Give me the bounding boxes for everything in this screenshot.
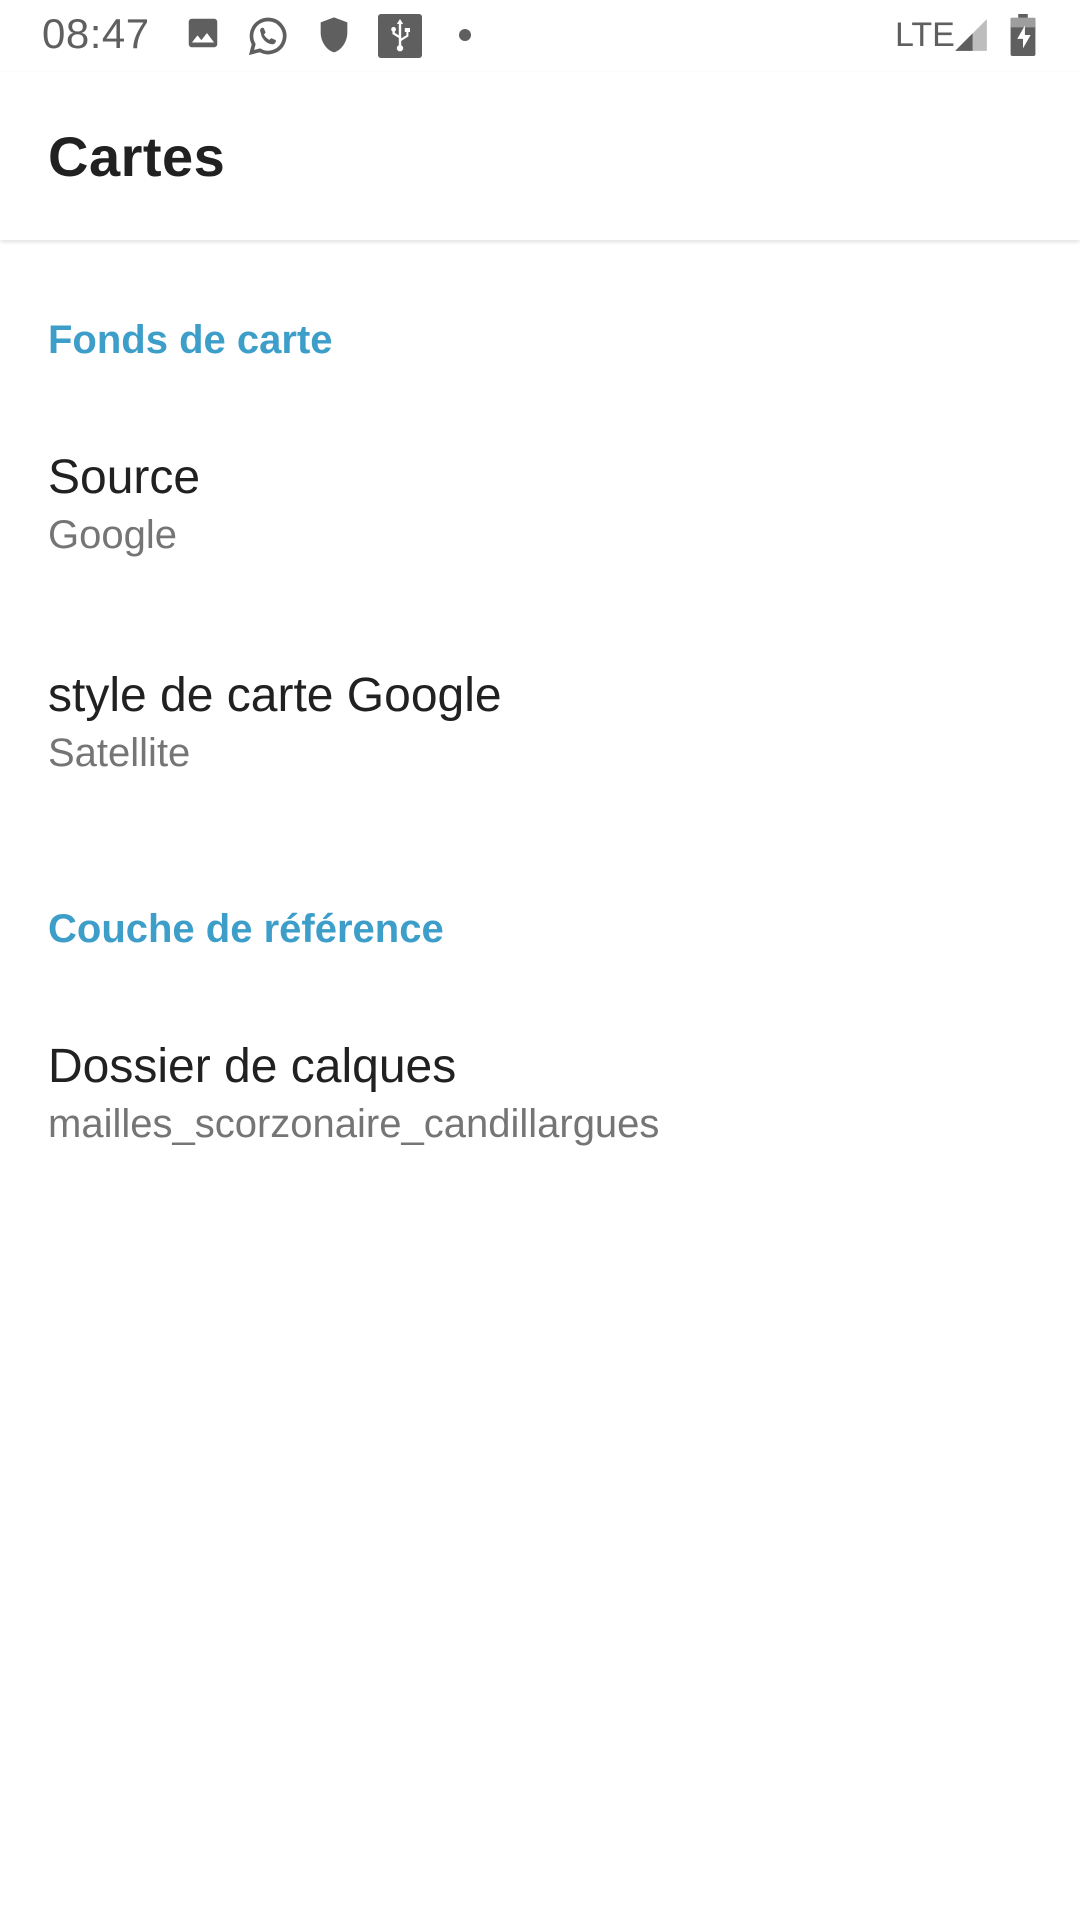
pref-item-source[interactable]: Source Google [0,418,1080,600]
category-header-couche-de-reference: Couche de référence [48,907,444,951]
pref-title: Source [48,451,201,504]
usb-icon [376,12,424,60]
pref-summary: Satellite [48,731,191,775]
pref-title: Dossier de calques [48,1040,457,1093]
image-icon [184,14,222,52]
whatsapp-icon [246,14,290,58]
category-header-fonds-de-carte: Fonds de carte [48,318,333,362]
app-bar: Cartes [0,72,1080,240]
status-time: 08:47 [42,10,150,57]
network-type: LTE [895,16,955,54]
pref-item-layers-folder[interactable]: Dossier de calques mailles_scorzonaire_c… [0,1007,1080,1189]
battery-charging-icon [1010,14,1036,56]
shield-icon [314,14,354,54]
dot-icon [458,28,472,42]
signal-icon [952,16,990,54]
pref-item-google-map-style[interactable]: style de carte Google Satellite [0,636,1080,818]
pref-summary: mailles_scorzonaire_candillargues [48,1102,660,1146]
page-title: Cartes [48,125,226,188]
pref-title: style de carte Google [48,669,502,722]
pref-summary: Google [48,513,177,557]
status-bar: 08:47 LTE [0,0,1080,72]
